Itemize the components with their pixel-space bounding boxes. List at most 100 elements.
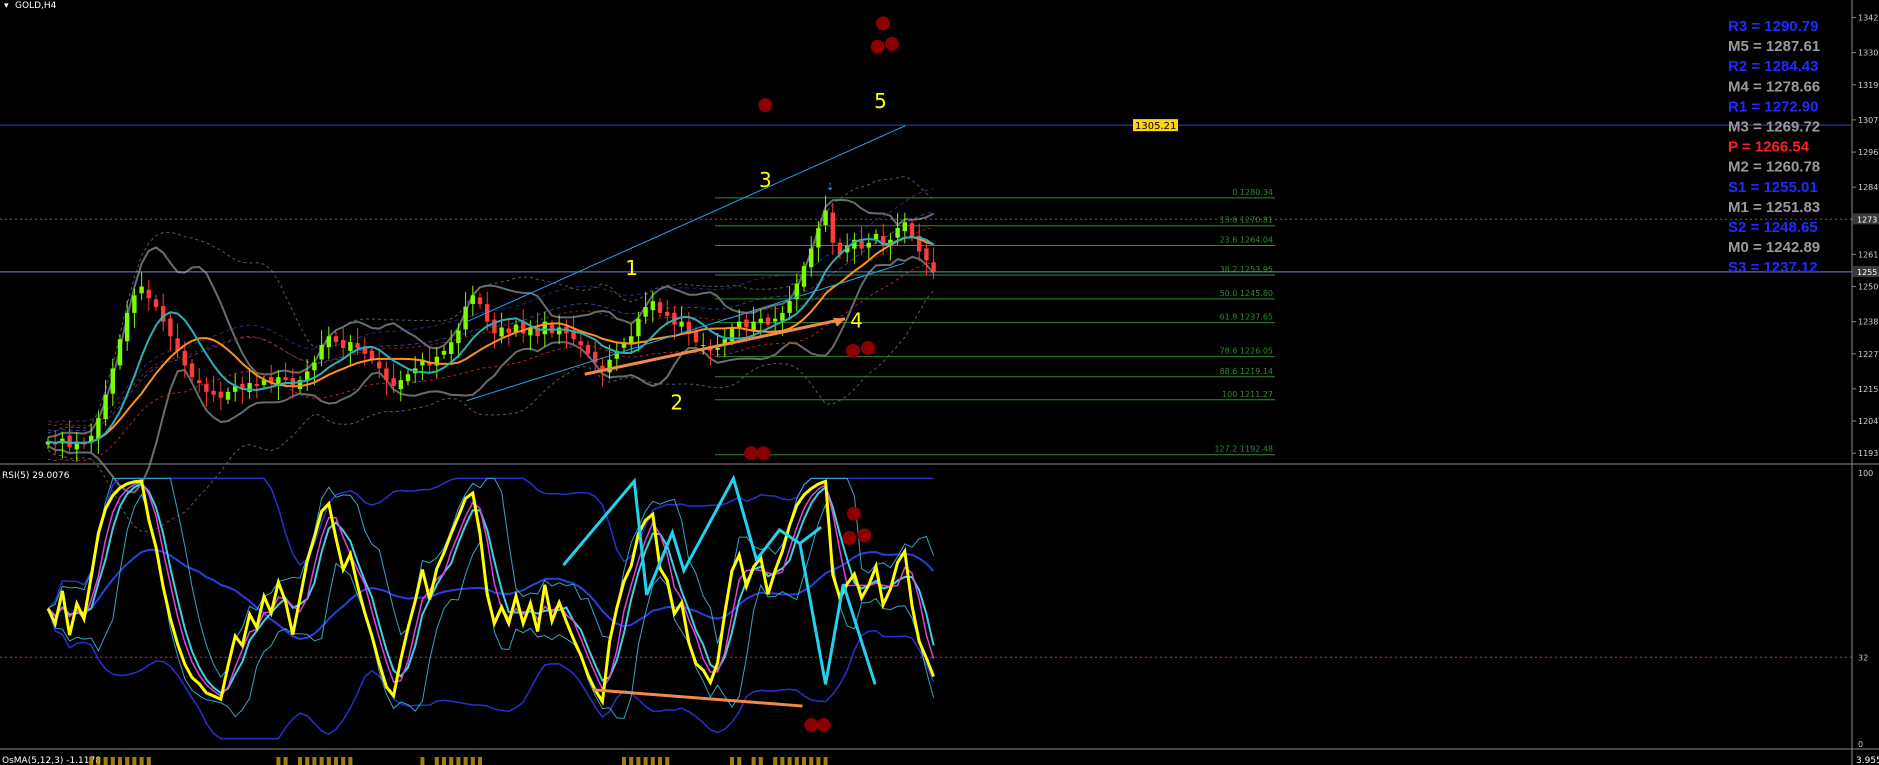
candle-body[interactable] xyxy=(866,242,871,248)
price-axis[interactable]: 1342 1330 1319 1307 1296 1284 1273 1261 1250 1238… xyxy=(1852,14,1879,459)
signal-dot xyxy=(816,718,831,733)
candle-body[interactable] xyxy=(117,339,123,366)
candle-body[interactable] xyxy=(909,223,915,237)
candle-body[interactable] xyxy=(715,347,720,350)
candle-body[interactable] xyxy=(110,368,115,394)
candle-body[interactable] xyxy=(758,318,763,323)
candle-body[interactable] xyxy=(398,380,403,390)
chart-dropdown-icon[interactable]: ▾ xyxy=(4,1,9,11)
candle-body[interactable] xyxy=(449,342,454,354)
candle-body[interactable] xyxy=(693,331,699,343)
candle-body[interactable] xyxy=(780,312,785,321)
candle-body[interactable] xyxy=(197,380,202,384)
price-marker-label: 1255 xyxy=(1857,268,1877,277)
candle-body[interactable] xyxy=(809,248,814,268)
candle-body[interactable] xyxy=(499,327,504,337)
price-pane[interactable]: 0 1280.34 13.8 1270.81 23.6 1264.04 38.2 12… xyxy=(0,1,1852,532)
rsi-axis: 100 32 0 xyxy=(1858,469,1873,749)
candle-body[interactable] xyxy=(650,301,655,311)
candle-body[interactable] xyxy=(189,363,195,378)
candle-body[interactable] xyxy=(441,350,447,355)
candle-body[interactable] xyxy=(859,240,864,249)
candle-body[interactable] xyxy=(737,321,742,328)
candle-body[interactable] xyxy=(319,345,324,360)
candle-body[interactable] xyxy=(787,301,792,313)
candle-body[interactable] xyxy=(312,362,317,371)
rsi-label: RSI(5) 29.0076 xyxy=(2,471,70,481)
candle-body[interactable] xyxy=(665,311,670,316)
price-tick-label: 1296 xyxy=(1858,148,1878,157)
candle-body[interactable] xyxy=(153,299,159,308)
candle-body[interactable] xyxy=(578,341,583,346)
candle-body[interactable] xyxy=(773,318,778,322)
arrow-down-icon: ⇣ xyxy=(826,182,834,193)
candle-body[interactable] xyxy=(744,319,749,328)
osma-bar xyxy=(780,757,785,765)
cyan-zigzag-segment[interactable] xyxy=(798,526,823,545)
candle-body[interactable] xyxy=(67,435,72,448)
candle-body[interactable] xyxy=(132,295,137,313)
candle-body[interactable] xyxy=(636,318,641,337)
price-tick-label: 1319 xyxy=(1858,81,1878,90)
pivot-level: M3 = 1269.72 xyxy=(1728,119,1820,136)
candle-body[interactable] xyxy=(679,321,684,327)
candle-body[interactable] xyxy=(168,318,173,337)
candle-body[interactable] xyxy=(557,327,562,335)
candle-body[interactable] xyxy=(751,321,756,331)
candle-body[interactable] xyxy=(830,212,835,243)
candle-body[interactable] xyxy=(816,228,821,248)
candle-body[interactable] xyxy=(103,394,108,420)
fib-level-label: 13.8 1270.81 xyxy=(1220,216,1273,225)
candle-body[interactable] xyxy=(391,378,396,386)
candle-body[interactable] xyxy=(211,390,216,395)
candle-body[interactable] xyxy=(931,262,936,272)
candle-body[interactable] xyxy=(657,302,663,313)
signal-dot xyxy=(758,98,773,113)
candle-body[interactable] xyxy=(355,343,360,348)
candle-body[interactable] xyxy=(585,345,591,354)
rsi-pane[interactable]: RSI(5) 29.0076 100 32 0 xyxy=(0,469,1873,749)
candle-body[interactable] xyxy=(225,391,231,400)
candle-body[interactable] xyxy=(506,328,511,334)
osma-bar xyxy=(816,757,821,765)
horizontal-line-label: 1305.21 xyxy=(1133,119,1178,132)
candle-body[interactable] xyxy=(701,345,706,347)
candle-body[interactable] xyxy=(182,350,187,366)
osma-bar xyxy=(643,757,648,765)
pivot-level: S1 = 1255.01 xyxy=(1728,179,1818,196)
candle-body[interactable] xyxy=(405,374,411,382)
candle-body[interactable] xyxy=(470,295,475,304)
candle-body[interactable] xyxy=(326,336,331,348)
osma-bar xyxy=(456,757,461,765)
candle-body[interactable] xyxy=(463,307,468,330)
candle-body[interactable] xyxy=(218,391,223,398)
trend-drawings[interactable]: ⇣ xyxy=(466,125,906,402)
candle-body[interactable] xyxy=(765,317,771,325)
candle-body[interactable] xyxy=(902,222,907,232)
candle-body[interactable] xyxy=(146,289,151,299)
candle-body[interactable] xyxy=(341,340,346,348)
candle-body[interactable] xyxy=(801,266,807,287)
candle-body[interactable] xyxy=(204,384,209,392)
candle-body[interactable] xyxy=(139,286,144,294)
candle-body[interactable] xyxy=(924,248,929,261)
candle-body[interactable] xyxy=(823,210,828,226)
fibonacci-retracement[interactable]: 0 1280.34 13.8 1270.81 23.6 1264.04 38.2 12… xyxy=(715,188,1275,456)
upper-channel-line[interactable] xyxy=(466,125,906,323)
candle-body[interactable] xyxy=(96,418,101,439)
candle-body[interactable] xyxy=(254,384,259,386)
candle-body[interactable] xyxy=(348,342,353,352)
candle-body[interactable] xyxy=(384,368,389,381)
candle-body[interactable] xyxy=(377,361,382,369)
candle-body[interactable] xyxy=(456,330,461,344)
osma-pane[interactable]: OsMA(5,12,3) -1.1178 3.955 xyxy=(2,756,1879,765)
candle-body[interactable] xyxy=(283,377,288,381)
candle-body[interactable] xyxy=(895,228,900,238)
candle-body[interactable] xyxy=(643,307,648,317)
candle-body[interactable] xyxy=(125,312,130,342)
trading-chart[interactable]: 0 1280.34 13.8 1270.81 23.6 1264.04 38.2 12… xyxy=(0,0,1879,765)
pivot-level: R1 = 1272.90 xyxy=(1728,98,1819,115)
candle-body[interactable] xyxy=(333,336,339,343)
orange-divergence-arrow[interactable] xyxy=(592,688,803,708)
candle-body[interactable] xyxy=(477,297,483,305)
